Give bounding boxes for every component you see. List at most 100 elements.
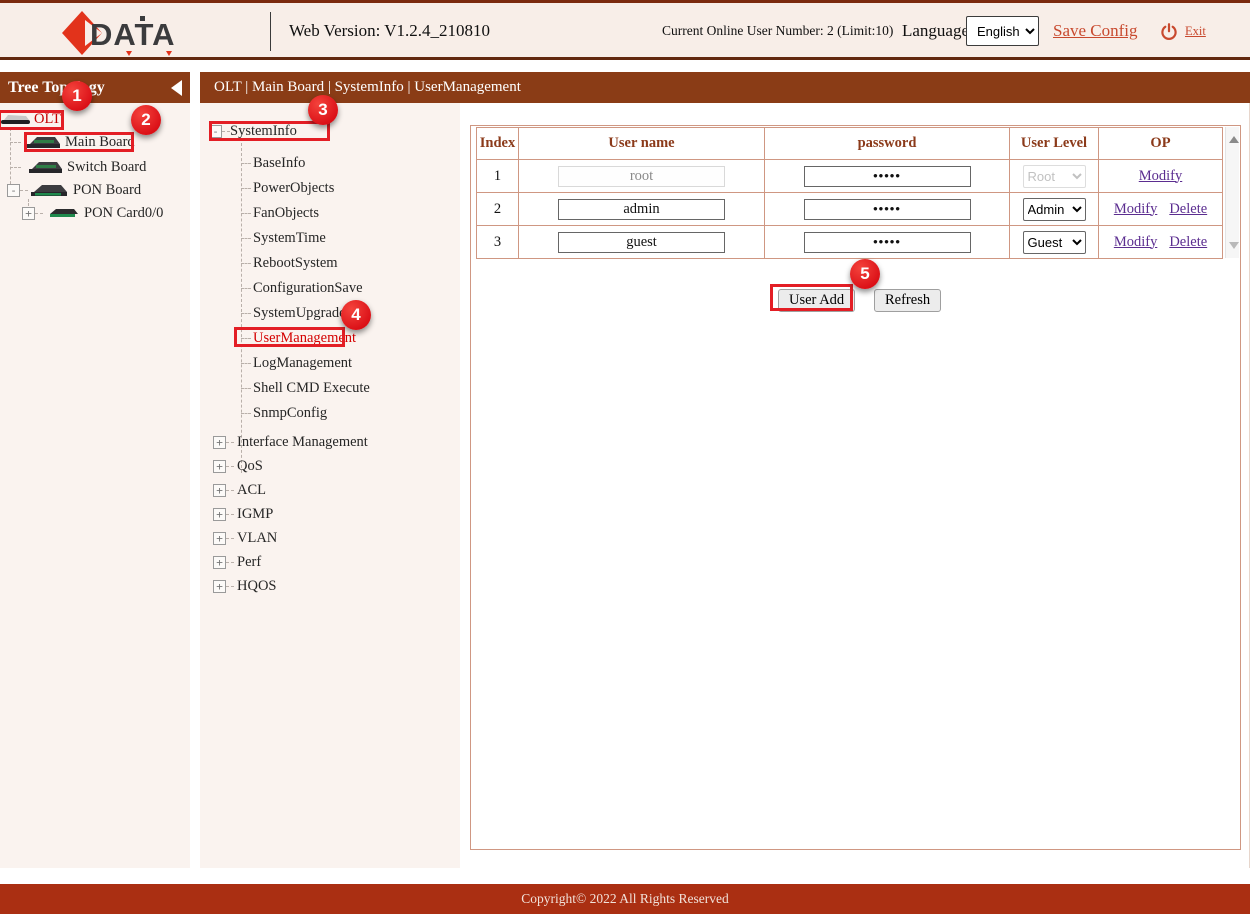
tree-item-pon-card[interactable]: + PON Card0/0	[22, 203, 163, 223]
expand-plus-icon[interactable]: +	[22, 207, 35, 220]
scroll-down-icon[interactable]	[1229, 242, 1239, 249]
board-device-icon	[26, 135, 62, 149]
col-header-password: password	[765, 128, 1010, 160]
password-input[interactable]	[804, 166, 971, 187]
menu-item-qos[interactable]: + QoS	[200, 454, 460, 478]
tree-connector	[35, 213, 43, 214]
menu-connector	[226, 514, 234, 515]
menu-connector	[226, 490, 234, 491]
submenu-item-baseinfo[interactable]: BaseInfo	[200, 151, 460, 176]
modify-link[interactable]: Modify	[1114, 201, 1158, 217]
tree-topology-sidebar: Tree Topology OLT Main Board Switch Boar…	[0, 72, 190, 868]
refresh-button[interactable]: Refresh	[874, 289, 941, 312]
expand-plus-icon[interactable]: +	[213, 508, 226, 521]
submenu-label: UserManagement	[253, 330, 356, 346]
tree-connector	[10, 167, 21, 168]
col-header-op: OP	[1099, 128, 1223, 160]
menu-item-vlan[interactable]: + VLAN	[200, 526, 460, 550]
menu-item-perf[interactable]: + Perf	[200, 550, 460, 574]
submenu-item-systemtime[interactable]: SystemTime	[200, 226, 460, 251]
table-header-row: Index User name password User Level OP	[477, 128, 1223, 160]
user-level-select[interactable]: Guest	[1023, 231, 1086, 254]
submenu-item-powerobjects[interactable]: PowerObjects	[200, 176, 460, 201]
submenu-label: Shell CMD Execute	[253, 380, 370, 396]
menu-item-acl[interactable]: + ACL	[200, 478, 460, 502]
submenu-item-rebootsystem[interactable]: RebootSystem	[200, 251, 460, 276]
menu-item-hqos[interactable]: + HQOS	[200, 574, 460, 598]
user-add-button[interactable]: User Add	[778, 289, 855, 312]
tree-item-label: Main Board	[65, 134, 135, 151]
submenu-item-snmpconfig[interactable]: SnmpConfig	[200, 401, 460, 426]
password-input[interactable]	[804, 199, 971, 220]
row-index: 2	[477, 193, 519, 226]
collapse-minus-icon[interactable]: -	[209, 125, 222, 138]
table-scrollbar[interactable]	[1225, 127, 1239, 258]
tree-connector	[10, 142, 21, 143]
exit-link[interactable]: Exit	[1185, 3, 1206, 60]
expand-plus-icon[interactable]: +	[213, 436, 226, 449]
menu-item-label: SystemInfo	[230, 123, 297, 140]
menu-item-systeminfo[interactable]: - SystemInfo	[209, 121, 297, 141]
tree-item-label: Switch Board	[67, 159, 146, 176]
user-table: Index User name password User Level OP 1…	[476, 127, 1223, 259]
expand-plus-icon[interactable]: +	[213, 580, 226, 593]
menu-item-interface-management[interactable]: + Interface Management	[200, 430, 460, 454]
expand-plus-icon[interactable]: +	[213, 484, 226, 497]
delete-link[interactable]: Delete	[1169, 234, 1207, 250]
power-icon[interactable]	[1160, 23, 1178, 41]
tree-item-pon-board[interactable]: - PON Board	[7, 180, 141, 200]
submenu-item-fanobjects[interactable]: FanObjects	[200, 201, 460, 226]
language-label: Language	[902, 3, 969, 60]
submenu-label: SystemTime	[253, 230, 326, 246]
submenu-item-configurationsave[interactable]: ConfigurationSave	[200, 276, 460, 301]
language-select[interactable]: English	[966, 16, 1039, 46]
password-input[interactable]	[804, 232, 971, 253]
save-config-link[interactable]: Save Config	[1053, 3, 1138, 60]
tree-item-label: PON Card0/0	[84, 205, 163, 222]
tree-connector	[20, 190, 28, 191]
submenu-label: FanObjects	[253, 205, 319, 221]
breadcrumb-text: OLT | Main Board | SystemInfo | UserMana…	[214, 79, 521, 95]
board-device-icon	[30, 183, 70, 198]
submenu-label: BaseInfo	[253, 155, 305, 171]
collapse-minus-icon[interactable]: -	[7, 184, 20, 197]
tree-item-olt[interactable]: OLT	[1, 109, 61, 129]
submenu-item-shell-cmd-execute[interactable]: Shell CMD Execute	[200, 376, 460, 401]
menu-item-label: ACL	[237, 482, 266, 499]
olt-device-icon	[1, 114, 31, 125]
table-row: 3 Guest ModifyDelete	[477, 226, 1223, 259]
main-content-area: Index User name password User Level OP 1…	[467, 103, 1250, 868]
username-input[interactable]	[558, 232, 725, 253]
expand-plus-icon[interactable]: +	[213, 556, 226, 569]
tree-item-main-board[interactable]: Main Board	[10, 132, 135, 152]
tree-item-switch-board[interactable]: Switch Board	[10, 157, 146, 177]
expand-plus-icon[interactable]: +	[213, 532, 226, 545]
col-header-username: User name	[519, 128, 765, 160]
menu-item-igmp[interactable]: + IGMP	[200, 502, 460, 526]
username-input[interactable]	[558, 199, 725, 220]
submenu-item-logmanagement[interactable]: LogManagement	[200, 351, 460, 376]
modify-link[interactable]: Modify	[1114, 234, 1158, 250]
cdata-logo: DATA	[60, 7, 200, 59]
user-management-panel: Index User name password User Level OP 1…	[470, 125, 1241, 850]
user-level-select[interactable]: Admin	[1023, 198, 1086, 221]
modify-link[interactable]: Modify	[1139, 168, 1183, 184]
submenu-item-usermanagement[interactable]: UserManagement	[200, 326, 460, 351]
row-index: 1	[477, 160, 519, 193]
card-device-icon	[47, 207, 81, 219]
sidebar-collapse-icon[interactable]	[171, 80, 182, 96]
menu-connector	[226, 538, 234, 539]
menu-connector	[226, 562, 234, 563]
delete-link[interactable]: Delete	[1169, 201, 1207, 217]
expand-plus-icon[interactable]: +	[213, 460, 226, 473]
menu-connector	[226, 586, 234, 587]
scroll-up-icon[interactable]	[1229, 136, 1239, 143]
submenu-label: PowerObjects	[253, 180, 334, 196]
menu-item-label: HQOS	[237, 578, 276, 595]
col-header-userlevel: User Level	[1010, 128, 1099, 160]
copyright-text: Copyright© 2022 All Rights Reserved	[0, 884, 1250, 914]
submenu-item-systemupgrade[interactable]: SystemUpgrade	[200, 301, 460, 326]
tree-item-label: PON Board	[73, 182, 141, 199]
submenu-label: SnmpConfig	[253, 405, 327, 421]
svg-text:DATA: DATA	[90, 17, 176, 52]
